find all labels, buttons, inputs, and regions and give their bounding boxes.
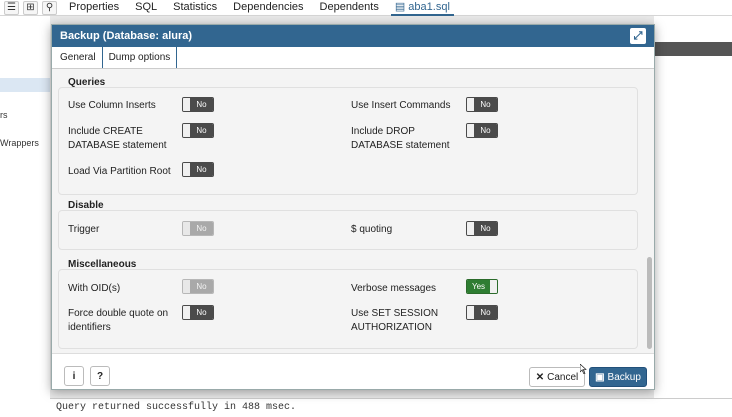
editor-panel — [654, 16, 732, 417]
backup-button[interactable]: ▣ Backup — [589, 367, 647, 387]
cancel-button[interactable]: ✕ Cancel — [529, 367, 585, 387]
toggle-knob — [467, 124, 474, 137]
toggle-state: Yes — [467, 280, 490, 293]
tab-statistics[interactable]: Statistics — [169, 0, 221, 16]
toggle-knob — [467, 306, 474, 319]
backup-label: Backup — [607, 371, 641, 383]
mouse-cursor-icon — [580, 364, 587, 374]
editor-header-bar — [654, 42, 732, 56]
toggle-state: No — [474, 306, 497, 319]
label-include-create-db-line2: DATABASE statement — [68, 140, 167, 151]
toggle-dollar-quoting[interactable]: No — [466, 221, 498, 236]
label-force-double-quote-line2: identifiers — [68, 322, 111, 333]
toggle-knob — [183, 124, 190, 137]
toggle-state: No — [474, 222, 497, 235]
tree-icon[interactable]: ⊞ — [23, 0, 38, 15]
info-icon: i — [72, 370, 76, 382]
toggle-include-drop-db[interactable]: No — [466, 123, 498, 138]
tab-dependencies[interactable]: Dependencies — [229, 0, 307, 16]
cancel-label: Cancel — [547, 371, 579, 383]
save-icon: ▣ — [595, 371, 605, 383]
section-disable — [58, 210, 638, 250]
toggle-knob — [490, 280, 497, 293]
close-icon: ✕ — [535, 371, 545, 383]
label-include-create-db-line1: Include CREATE — [68, 126, 143, 137]
dialog-tabs: General Dump options — [52, 46, 654, 69]
toggle-use-set-session-auth[interactable]: No — [466, 305, 498, 320]
toggle-knob — [183, 306, 190, 319]
toggle-state: No — [190, 306, 213, 319]
toggle-knob — [183, 280, 190, 293]
toggle-knob — [467, 222, 474, 235]
label-include-drop-db-line2: DATABASE statement — [351, 140, 450, 151]
maximize-icon[interactable]: ⤢ — [630, 28, 646, 44]
toggle-load-via-partition-root[interactable]: No — [182, 162, 214, 177]
toggle-state: No — [474, 98, 497, 111]
toggle-use-column-inserts[interactable]: No — [182, 97, 214, 112]
info-button[interactable]: i — [64, 366, 84, 386]
label-use-column-inserts: Use Column Inserts — [68, 100, 156, 111]
label-use-insert-commands: Use Insert Commands — [351, 100, 451, 111]
toggle-state: No — [190, 124, 213, 137]
toggle-use-insert-commands[interactable]: No — [466, 97, 498, 112]
toggle-state: No — [474, 124, 497, 137]
label-use-set-session-auth-line2: AUTHORIZATION — [351, 322, 432, 333]
toggle-state: No — [190, 222, 213, 235]
toggle-state: No — [190, 163, 213, 176]
toggle-knob — [467, 98, 474, 111]
tree-item-partial[interactable]: rs — [0, 110, 8, 120]
toggle-knob — [183, 222, 190, 235]
dialog-footer: i ? ✕ Cancel ▣ Backup — [52, 353, 654, 389]
label-trigger: Trigger — [68, 224, 100, 235]
tab-dump-options[interactable]: Dump options — [101, 46, 178, 68]
label-use-set-session-auth-line1: Use SET SESSION — [351, 308, 439, 319]
file-icon: ▤ — [394, 0, 409, 13]
backup-dialog: Backup (Database: alura) ⤢ General Dump … — [51, 24, 655, 390]
dump-options-panel: Queries Use Column Inserts No Use Insert… — [52, 69, 654, 353]
toggle-force-double-quote[interactable]: No — [182, 305, 214, 320]
tab-sql[interactable]: SQL — [131, 0, 161, 16]
label-with-oids: With OID(s) — [68, 283, 121, 294]
search-icon[interactable]: ⚲ — [42, 0, 57, 15]
label-include-drop-db-line1: Include DROP — [351, 126, 415, 137]
toggle-include-create-db[interactable]: No — [182, 123, 214, 138]
tab-general[interactable]: General — [54, 48, 102, 68]
label-dollar-quoting: $ quoting — [351, 224, 393, 235]
toggle-knob — [183, 98, 190, 111]
toggle-with-oids[interactable]: No — [182, 279, 214, 294]
dialog-title: Backup (Database: alura) — [60, 30, 193, 42]
object-toolbar: ☰ ⊞ ⚲ Properties SQL Statistics Dependen… — [0, 0, 732, 16]
tree-item-wrappers[interactable]: Wrappers — [0, 138, 39, 148]
toggle-verbose-messages[interactable]: Yes — [466, 279, 498, 294]
help-icon: ? — [96, 370, 104, 382]
tab-query-file[interactable]: ▤ aba1.sql — [390, 0, 454, 16]
tab-dependents[interactable]: Dependents — [316, 0, 383, 16]
tab-properties[interactable]: Properties — [65, 0, 123, 16]
toggle-state: No — [190, 280, 213, 293]
help-button[interactable]: ? — [90, 366, 110, 386]
toggle-knob — [183, 163, 190, 176]
toggle-trigger[interactable]: No — [182, 221, 214, 236]
content-scrollbar[interactable] — [647, 257, 652, 349]
tree-selected-row[interactable] — [0, 78, 50, 92]
browser-tree-panel: rs Wrappers — [0, 16, 50, 417]
query-status: Query returned successfully in 488 msec. — [50, 398, 732, 417]
tab-query-file-label: aba1.sql — [408, 0, 450, 13]
label-force-double-quote-line1: Force double quote on — [68, 308, 169, 319]
label-load-via-partition-root: Load Via Partition Root — [68, 166, 171, 177]
toggle-state: No — [190, 98, 213, 111]
label-verbose-messages: Verbose messages — [351, 283, 437, 294]
list-icon[interactable]: ☰ — [4, 0, 19, 15]
dialog-title-bar[interactable]: Backup (Database: alura) ⤢ — [52, 25, 654, 47]
